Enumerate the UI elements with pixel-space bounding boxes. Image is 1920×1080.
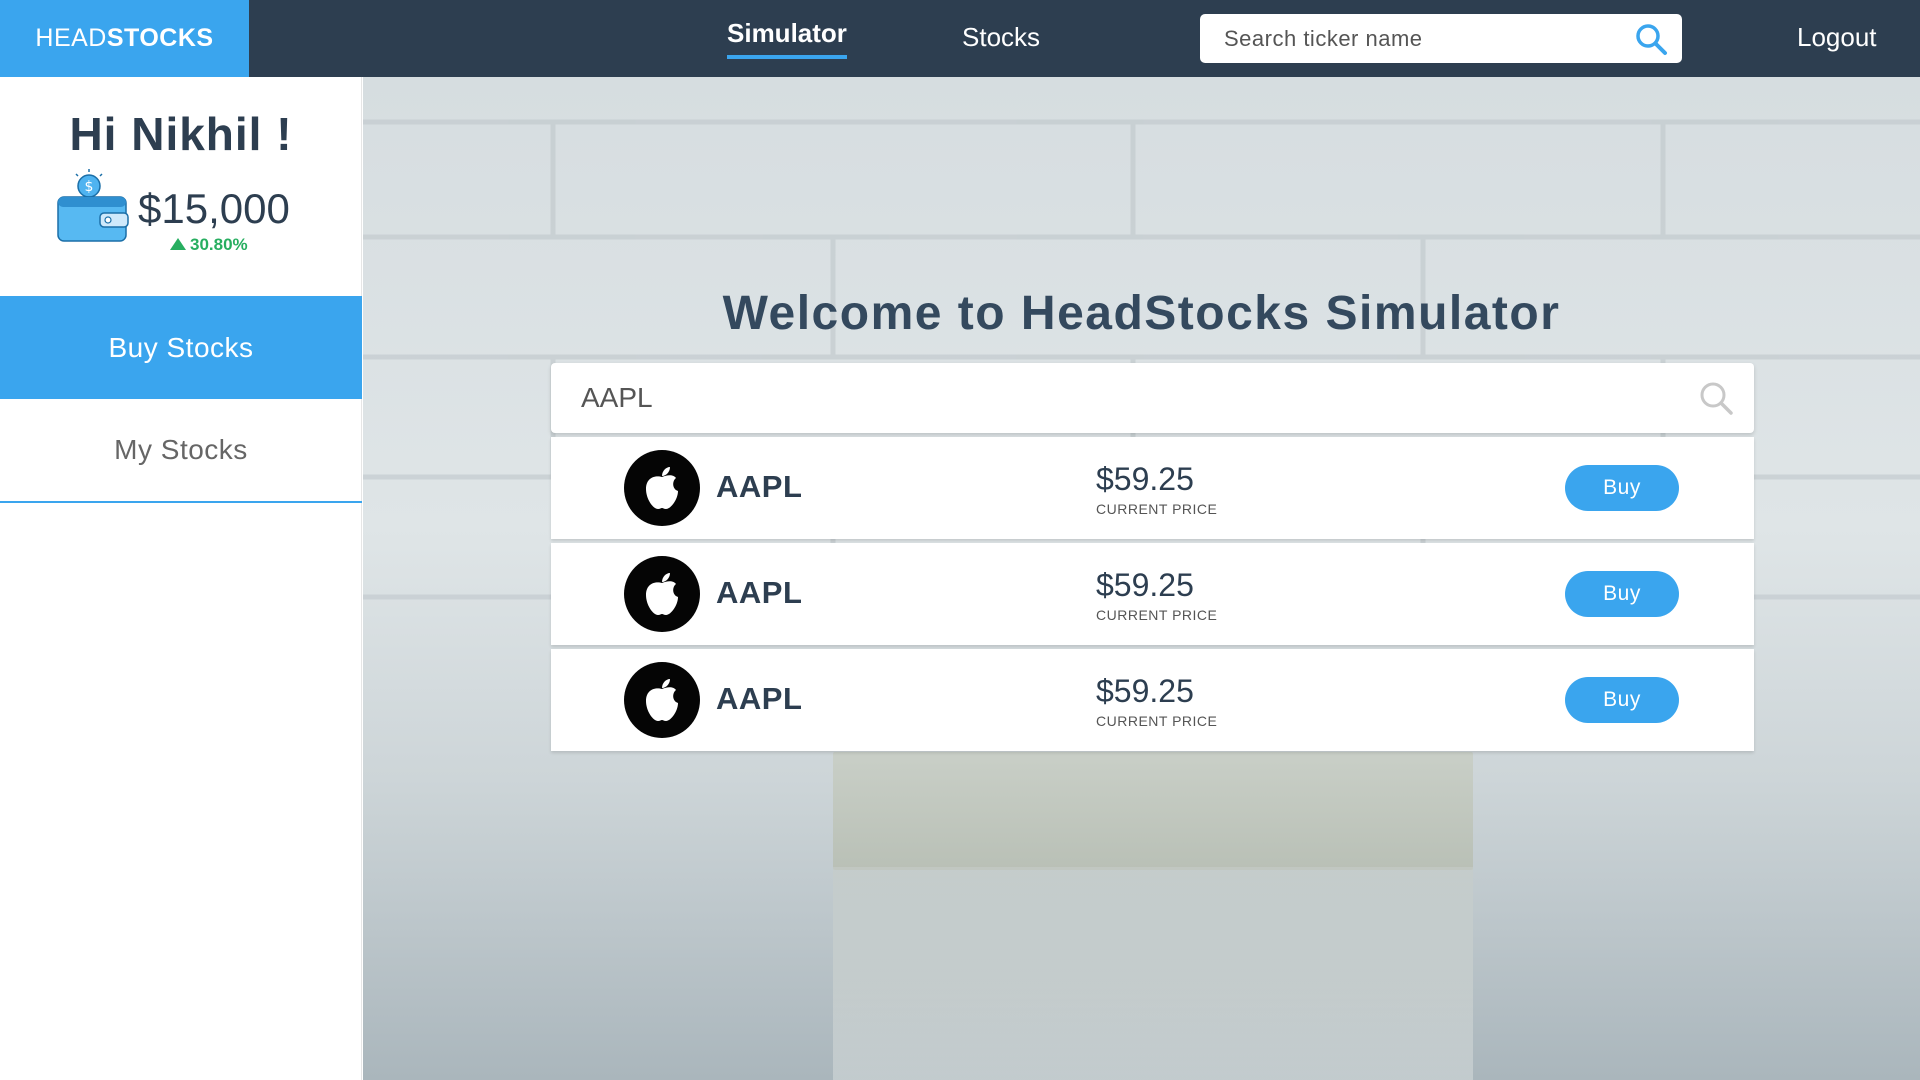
apple-logo-icon	[624, 662, 700, 738]
buy-button[interactable]: Buy	[1565, 465, 1679, 511]
stock-price-label: CURRENT PRICE	[1096, 713, 1218, 729]
brand-logo-bold: STOCKS	[106, 24, 214, 52]
stock-result-row: AAPL $59.25 CURRENT PRICE Buy	[551, 649, 1754, 751]
sidebar-item-buy-stocks[interactable]: Buy Stocks	[0, 296, 362, 399]
search-results-list: AAPL $59.25 CURRENT PRICE Buy AAPL $59.2…	[551, 437, 1754, 755]
buy-button[interactable]: Buy	[1565, 571, 1679, 617]
stock-ticker: AAPL	[716, 681, 803, 716]
stock-price-label: CURRENT PRICE	[1096, 501, 1218, 517]
logout-link[interactable]: Logout	[1797, 22, 1877, 53]
search-icon[interactable]	[1634, 22, 1668, 56]
stock-price: $59.25	[1096, 673, 1194, 709]
svg-text:$: $	[85, 179, 94, 195]
page-title: Welcome to HeadStocks Simulator	[722, 287, 1561, 340]
stock-result-row: AAPL $59.25 CURRENT PRICE Buy	[551, 543, 1754, 645]
nav-stocks[interactable]: Stocks	[962, 22, 1040, 53]
user-greeting: Hi Nikhil !	[69, 108, 293, 160]
wallet-icon: $	[57, 169, 129, 242]
sidebar: Hi Nikhil ! $ $15,000 30.80% Buy Stocks …	[0, 77, 362, 1080]
brand-logo[interactable]: HEAD STOCKS	[0, 0, 249, 77]
sidebar-item-my-stocks[interactable]: My Stocks	[0, 399, 362, 503]
triangle-up-icon	[170, 238, 186, 250]
balance-change: 30.80%	[170, 235, 248, 255]
stock-ticker: AAPL	[716, 575, 803, 610]
search-icon[interactable]	[1698, 380, 1734, 416]
brand-logo-light: HEAD	[35, 24, 107, 52]
apple-logo-icon	[624, 556, 700, 632]
dollar-bill-reflection	[833, 867, 1473, 1080]
stock-search-box	[551, 363, 1754, 433]
apple-logo-icon	[624, 450, 700, 526]
stock-price: $59.25	[1096, 461, 1194, 497]
balance-change-value: 30.80%	[190, 235, 248, 254]
stock-search-input[interactable]	[581, 363, 1681, 433]
top-navbar: HEADSTOCKS Simulator Stocks Logout	[0, 0, 1920, 77]
nav-simulator[interactable]: Simulator	[727, 18, 847, 59]
ticker-search-input[interactable]	[1224, 14, 1624, 63]
ticker-search-box	[1200, 14, 1682, 63]
buy-button[interactable]: Buy	[1565, 677, 1679, 723]
stock-ticker: AAPL	[716, 469, 803, 504]
stock-result-row: AAPL $59.25 CURRENT PRICE Buy	[551, 437, 1754, 539]
dollar-bill-image	[833, 752, 1473, 870]
stock-price: $59.25	[1096, 567, 1194, 603]
main-content: Welcome to HeadStocks Simulator AAPL $59…	[363, 77, 1920, 1080]
wallet-balance: $15,000	[138, 185, 290, 232]
stock-price-label: CURRENT PRICE	[1096, 607, 1218, 623]
